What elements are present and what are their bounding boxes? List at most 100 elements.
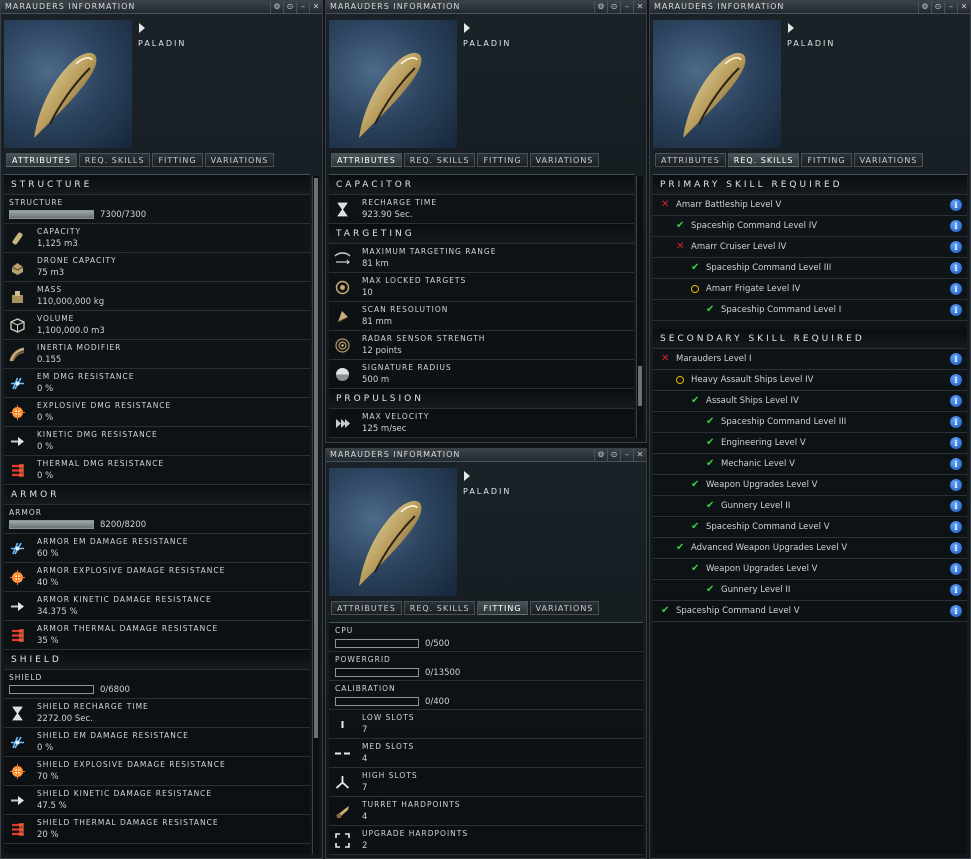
skill-name: Gunnery Level II (721, 501, 791, 511)
attribute-row: EXPLOSIVE DMG RESISTANCE 0 % (4, 398, 310, 427)
info-icon[interactable]: i (950, 199, 962, 211)
minimize-icon[interactable]: – (944, 1, 957, 13)
info-icon[interactable]: i (950, 605, 962, 617)
tab-variations[interactable]: VARIATIONS (529, 153, 600, 167)
skill-row[interactable]: ✔ Spaceship Command Level IV i (653, 216, 967, 237)
attribute-value: 35 % (37, 636, 59, 646)
window-titlebar[interactable]: MARAUDERS INFORMATION ⚙ ⊙ – ✕ (326, 1, 646, 14)
tab-req-skills[interactable]: REQ. SKILLS (727, 153, 800, 167)
tab-variations[interactable]: VARIATIONS (529, 601, 600, 615)
tab-req-skills[interactable]: REQ. SKILLS (403, 601, 476, 615)
scrollbar[interactable] (312, 176, 319, 854)
attribute-row: HIGH SLOTS 7 (329, 768, 643, 797)
skill-row[interactable]: ✔ Advanced Weapon Upgrades Level V i (653, 538, 967, 559)
info-icon[interactable]: i (950, 479, 962, 491)
ship-menu-icon[interactable] (139, 23, 145, 33)
tab-req-skills[interactable]: REQ. SKILLS (78, 153, 151, 167)
close-icon[interactable]: ✕ (957, 1, 970, 13)
settings-icon[interactable]: ⚙ (594, 1, 607, 13)
pin-icon[interactable]: ⊙ (283, 1, 296, 13)
attribute-row: INERTIA MODIFIER 0.155 (4, 340, 310, 369)
tab-fitting[interactable]: FITTING (477, 153, 528, 167)
skill-row[interactable]: ✔ Assault Ships Level IV i (653, 391, 967, 412)
info-icon[interactable]: i (950, 262, 962, 274)
tab-fitting[interactable]: FITTING (477, 601, 528, 615)
info-icon[interactable]: i (950, 563, 962, 575)
fitting-powergrid-row: POWERGRID 0/13500 (329, 652, 643, 681)
close-icon[interactable]: ✕ (633, 449, 646, 461)
pin-icon[interactable]: ⊙ (931, 1, 944, 13)
tab-attributes[interactable]: ATTRIBUTES (331, 601, 402, 615)
info-icon[interactable]: i (950, 458, 962, 470)
info-icon[interactable]: i (950, 220, 962, 232)
skill-row[interactable]: ✕ Marauders Level I i (653, 349, 967, 370)
window-titlebar[interactable]: MARAUDERS INFORMATION ⚙ ⊙ – ✕ (1, 1, 322, 14)
skill-row[interactable]: ✔ Spaceship Command Level V i (653, 601, 967, 622)
settings-icon[interactable]: ⚙ (270, 1, 283, 13)
info-icon[interactable]: i (950, 500, 962, 512)
settings-icon[interactable]: ⚙ (918, 1, 931, 13)
info-icon[interactable]: i (950, 353, 962, 365)
info-icon[interactable]: i (950, 584, 962, 596)
minimize-icon[interactable]: – (620, 449, 633, 461)
attribute-value: 70 % (37, 772, 59, 782)
check-icon: ✔ (691, 395, 700, 406)
skill-row[interactable]: ✔ Mechanic Level V i (653, 454, 967, 475)
skill-name: Spaceship Command Level I (721, 305, 842, 315)
settings-icon[interactable]: ⚙ (594, 449, 607, 461)
skill-row[interactable]: ✕ Amarr Battleship Level V i (653, 195, 967, 216)
ship-menu-icon[interactable] (464, 23, 470, 33)
minimize-icon[interactable]: – (296, 1, 309, 13)
skill-row[interactable]: ✔ Spaceship Command Level III i (653, 412, 967, 433)
skill-row[interactable]: Amarr Frigate Level IV i (653, 279, 967, 300)
em-resistance-icon (9, 540, 26, 557)
window-titlebar[interactable]: MARAUDERS INFORMATION ⚙ ⊙ – ✕ (326, 449, 646, 462)
info-icon[interactable]: i (950, 241, 962, 253)
info-icon[interactable]: i (950, 542, 962, 554)
attribute-label: CAPACITY (37, 227, 82, 236)
info-icon[interactable]: i (950, 374, 962, 386)
skill-row[interactable]: Heavy Assault Ships Level IV i (653, 370, 967, 391)
info-icon[interactable]: i (950, 283, 962, 295)
tab-attributes[interactable]: ATTRIBUTES (655, 153, 726, 167)
skill-row[interactable]: ✔ Engineering Level V i (653, 433, 967, 454)
tab-attributes[interactable]: ATTRIBUTES (6, 153, 77, 167)
info-icon[interactable]: i (950, 416, 962, 428)
skill-row[interactable]: ✕ Amarr Cruiser Level IV i (653, 237, 967, 258)
skill-row[interactable]: ✔ Weapon Upgrades Level V i (653, 475, 967, 496)
skill-row[interactable]: ✔ Weapon Upgrades Level V i (653, 559, 967, 580)
info-icon[interactable]: i (950, 521, 962, 533)
info-icon[interactable]: i (950, 304, 962, 316)
ship-image (653, 20, 781, 148)
tab-attributes[interactable]: ATTRIBUTES (331, 153, 402, 167)
tab-req-skills[interactable]: REQ. SKILLS (403, 153, 476, 167)
scrollbar[interactable] (636, 176, 643, 438)
skill-row[interactable]: ✔ Gunnery Level II i (653, 496, 967, 517)
hourglass-icon (9, 705, 26, 722)
tab-fitting[interactable]: FITTING (152, 153, 203, 167)
skill-row[interactable]: ✔ Spaceship Command Level I i (653, 300, 967, 321)
kinetic-resistance-icon (9, 433, 26, 450)
skill-row[interactable]: ✔ Spaceship Command Level III i (653, 258, 967, 279)
minimize-icon[interactable]: – (620, 1, 633, 13)
radar-sensor-icon (334, 337, 351, 354)
tab-variations[interactable]: VARIATIONS (853, 153, 924, 167)
em-resistance-icon (9, 375, 26, 392)
info-icon[interactable]: i (950, 437, 962, 449)
ship-menu-icon[interactable] (788, 23, 794, 33)
skill-name: Heavy Assault Ships Level IV (691, 375, 814, 385)
ship-menu-icon[interactable] (464, 471, 470, 481)
tab-fitting[interactable]: FITTING (801, 153, 852, 167)
check-icon: ✔ (691, 521, 700, 532)
window-titlebar[interactable]: MARAUDERS INFORMATION ⚙ ⊙ – ✕ (650, 1, 970, 14)
info-icon[interactable]: i (950, 395, 962, 407)
tab-variations[interactable]: VARIATIONS (204, 153, 275, 167)
skill-row[interactable]: ✔ Gunnery Level II i (653, 580, 967, 601)
pin-icon[interactable]: ⊙ (607, 1, 620, 13)
pin-icon[interactable]: ⊙ (607, 449, 620, 461)
close-icon[interactable]: ✕ (633, 1, 646, 13)
close-icon[interactable]: ✕ (309, 1, 322, 13)
hitpoints-bar (9, 210, 94, 219)
skill-row[interactable]: ✔ Spaceship Command Level V i (653, 517, 967, 538)
high-slot-icon (334, 774, 351, 791)
